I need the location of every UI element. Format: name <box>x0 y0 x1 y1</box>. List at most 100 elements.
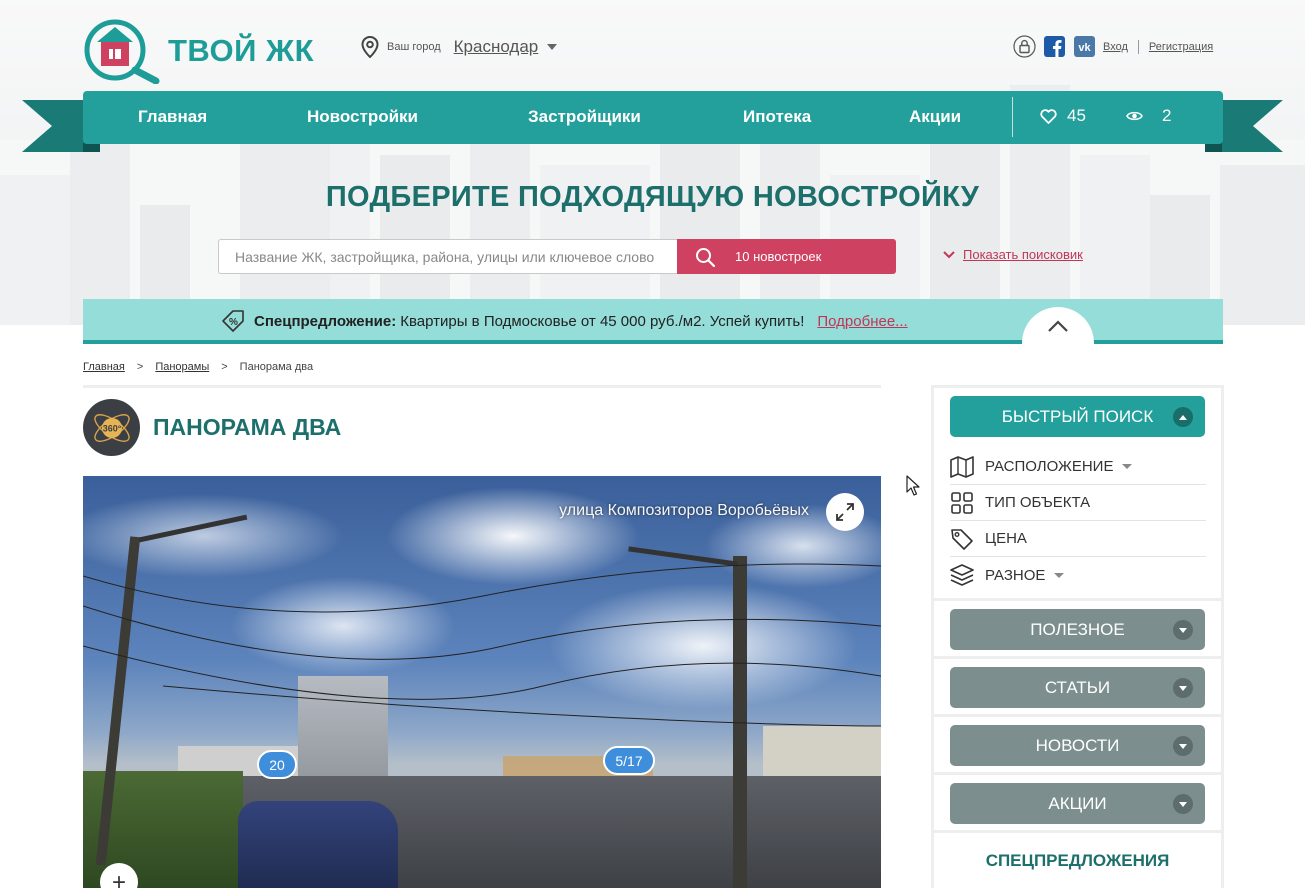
nav-item-home[interactable]: Главная <box>138 107 207 127</box>
filter-label: ТИП ОБЪЕКТА <box>985 494 1091 511</box>
breadcrumb-panoramas[interactable]: Панорамы <box>155 361 209 373</box>
ribbon-fold-left <box>83 143 100 152</box>
breadcrumb-separator: > <box>221 361 228 373</box>
city-label: Ваш город <box>387 41 441 53</box>
section-promotions-button[interactable]: АКЦИИ <box>950 783 1205 824</box>
quick-search-label: БЫСТРЫЙ ПОИСК <box>1001 406 1154 426</box>
section-label: СТАТЬИ <box>1044 677 1111 697</box>
section-articles-button[interactable]: СТАТЬИ <box>950 667 1205 708</box>
section-label: ПОЛЕЗНОЕ <box>1030 619 1125 639</box>
logo-text: ТВОЙ ЖК <box>168 33 314 68</box>
site-logo[interactable]: ТВОЙ ЖК <box>82 18 314 84</box>
panorama-marker[interactable]: 20 <box>257 750 297 779</box>
show-search-toggle[interactable]: Показать поисковик <box>943 247 1083 262</box>
offer-text: Квартиры в Подмосковье от 45 000 руб./м2… <box>400 313 805 330</box>
chevron-up-icon <box>1048 319 1068 332</box>
panorama-viewer[interactable]: улица Композиторов Воробьёвых 20 5/17 + <box>83 476 881 888</box>
filter-object-type[interactable]: ТИП ОБЪЕКТА <box>950 485 1206 521</box>
search-button[interactable]: 10 новостроек <box>677 239 896 274</box>
mouse-cursor-icon <box>906 475 920 496</box>
filter-label: ЦЕНА <box>985 530 1027 547</box>
ribbon-right-tail <box>1253 100 1283 152</box>
svg-text:%: % <box>229 317 238 328</box>
offer-more-link[interactable]: Подробнее... <box>817 313 907 330</box>
eye-icon <box>1126 111 1143 121</box>
nav-item-promotions[interactable]: Акции <box>909 107 961 127</box>
divider <box>934 830 1221 833</box>
chevron-down-icon <box>1122 464 1133 469</box>
filter-label: РАСПОЛОЖЕНИЕ <box>985 458 1114 475</box>
divider <box>934 714 1221 717</box>
city-selector[interactable]: Ваш город Краснодар <box>361 36 558 58</box>
auth-block: vk Вход Регистрация <box>1013 35 1213 58</box>
chevron-down-icon <box>1173 620 1193 640</box>
search-icon <box>695 247 715 267</box>
layers-icon <box>950 563 974 587</box>
heart-icon <box>1040 108 1057 124</box>
breadcrumb: Главная > Панорамы > Панорама два <box>83 361 313 373</box>
breadcrumb-separator: > <box>136 361 144 373</box>
divider <box>934 656 1221 659</box>
map-icon <box>950 455 974 479</box>
chevron-down-icon <box>943 250 955 258</box>
section-label: НОВОСТИ <box>1035 735 1120 755</box>
svg-text:vk: vk <box>1078 42 1091 54</box>
ribbon-left-tail <box>22 100 52 152</box>
panorama-icon-label: 360° <box>102 423 121 433</box>
filter-location[interactable]: РАСПОЛОЖЕНИЕ <box>950 449 1206 485</box>
nav-divider <box>1012 97 1013 137</box>
auth-separator <box>1137 39 1139 54</box>
street-label: улица Композиторов Воробьёвых <box>559 502 809 519</box>
fullscreen-icon[interactable] <box>826 493 864 531</box>
search-bar: 10 новостроек <box>218 239 896 274</box>
location-pin-icon <box>361 36 379 58</box>
quick-search-button[interactable]: БЫСТРЫЙ ПОИСК <box>950 396 1205 437</box>
views-counter[interactable]: 2 <box>1126 106 1171 126</box>
section-news-button[interactable]: НОВОСТИ <box>950 725 1205 766</box>
register-link[interactable]: Регистрация <box>1149 41 1213 53</box>
divider <box>934 772 1221 775</box>
page-title: ПАНОРАМА ДВА <box>153 414 342 440</box>
house-search-icon <box>84 19 160 84</box>
nav-item-new-buildings[interactable]: Новостройки <box>307 107 418 127</box>
breadcrumb-home[interactable]: Главная <box>83 361 125 373</box>
chevron-down-icon <box>1173 678 1193 698</box>
offer-label: Спецпредложение: <box>254 313 397 330</box>
search-button-label: 10 новостроек <box>735 249 822 264</box>
sidebar: БЫСТРЫЙ ПОИСК РАСПОЛОЖЕНИЕ ТИП ОБЪЕКТА Ц… <box>931 385 1224 888</box>
section-label: АКЦИИ <box>1048 793 1107 813</box>
views-count: 2 <box>1162 106 1172 125</box>
divider <box>934 598 1221 601</box>
chevron-down-icon <box>1054 572 1065 578</box>
chevron-down-icon <box>1173 794 1193 814</box>
nav-item-developers[interactable]: Застройщики <box>528 107 641 127</box>
discount-tag-icon: % <box>222 310 244 332</box>
special-offers-heading[interactable]: СПЕЦПРЕДЛОЖЕНИЯ <box>934 851 1221 871</box>
filter-misc[interactable]: РАЗНОЕ <box>950 557 1206 593</box>
vk-icon[interactable]: vk <box>1073 35 1096 58</box>
price-tag-icon <box>950 527 974 551</box>
nav-item-mortgage[interactable]: Ипотека <box>743 107 811 127</box>
main-nav: Главная Новостройки Застройщики Ипотека … <box>83 91 1223 144</box>
filter-price[interactable]: ЦЕНА <box>950 521 1206 557</box>
lock-icon[interactable] <box>1013 35 1036 58</box>
chevron-down-icon <box>1173 736 1193 756</box>
facebook-icon[interactable] <box>1043 35 1066 58</box>
divider <box>83 385 881 388</box>
login-link[interactable]: Вход <box>1103 41 1128 53</box>
grid-icon <box>950 491 974 515</box>
favorites-count: 45 <box>1067 106 1086 125</box>
filter-label: РАЗНОЕ <box>985 566 1046 584</box>
search-input[interactable] <box>218 239 677 274</box>
chevron-down-icon[interactable] <box>547 44 558 50</box>
panorama-marker[interactable]: 5/17 <box>603 746 655 775</box>
panorama-360-icon: 360° <box>83 399 140 456</box>
section-useful-button[interactable]: ПОЛЕЗНОЕ <box>950 609 1205 650</box>
hero-title: ПОДБЕРИТЕ ПОДХОДЯЩУЮ НОВОСТРОЙКУ <box>325 181 980 213</box>
city-value[interactable]: Краснодар <box>454 37 539 57</box>
breadcrumb-current: Панорама два <box>239 361 314 373</box>
ribbon-fold-right <box>1205 143 1222 152</box>
chevron-up-icon <box>1173 407 1193 427</box>
favorites-counter[interactable]: 45 <box>1040 106 1086 126</box>
show-search-label: Показать поисковик <box>963 247 1083 262</box>
